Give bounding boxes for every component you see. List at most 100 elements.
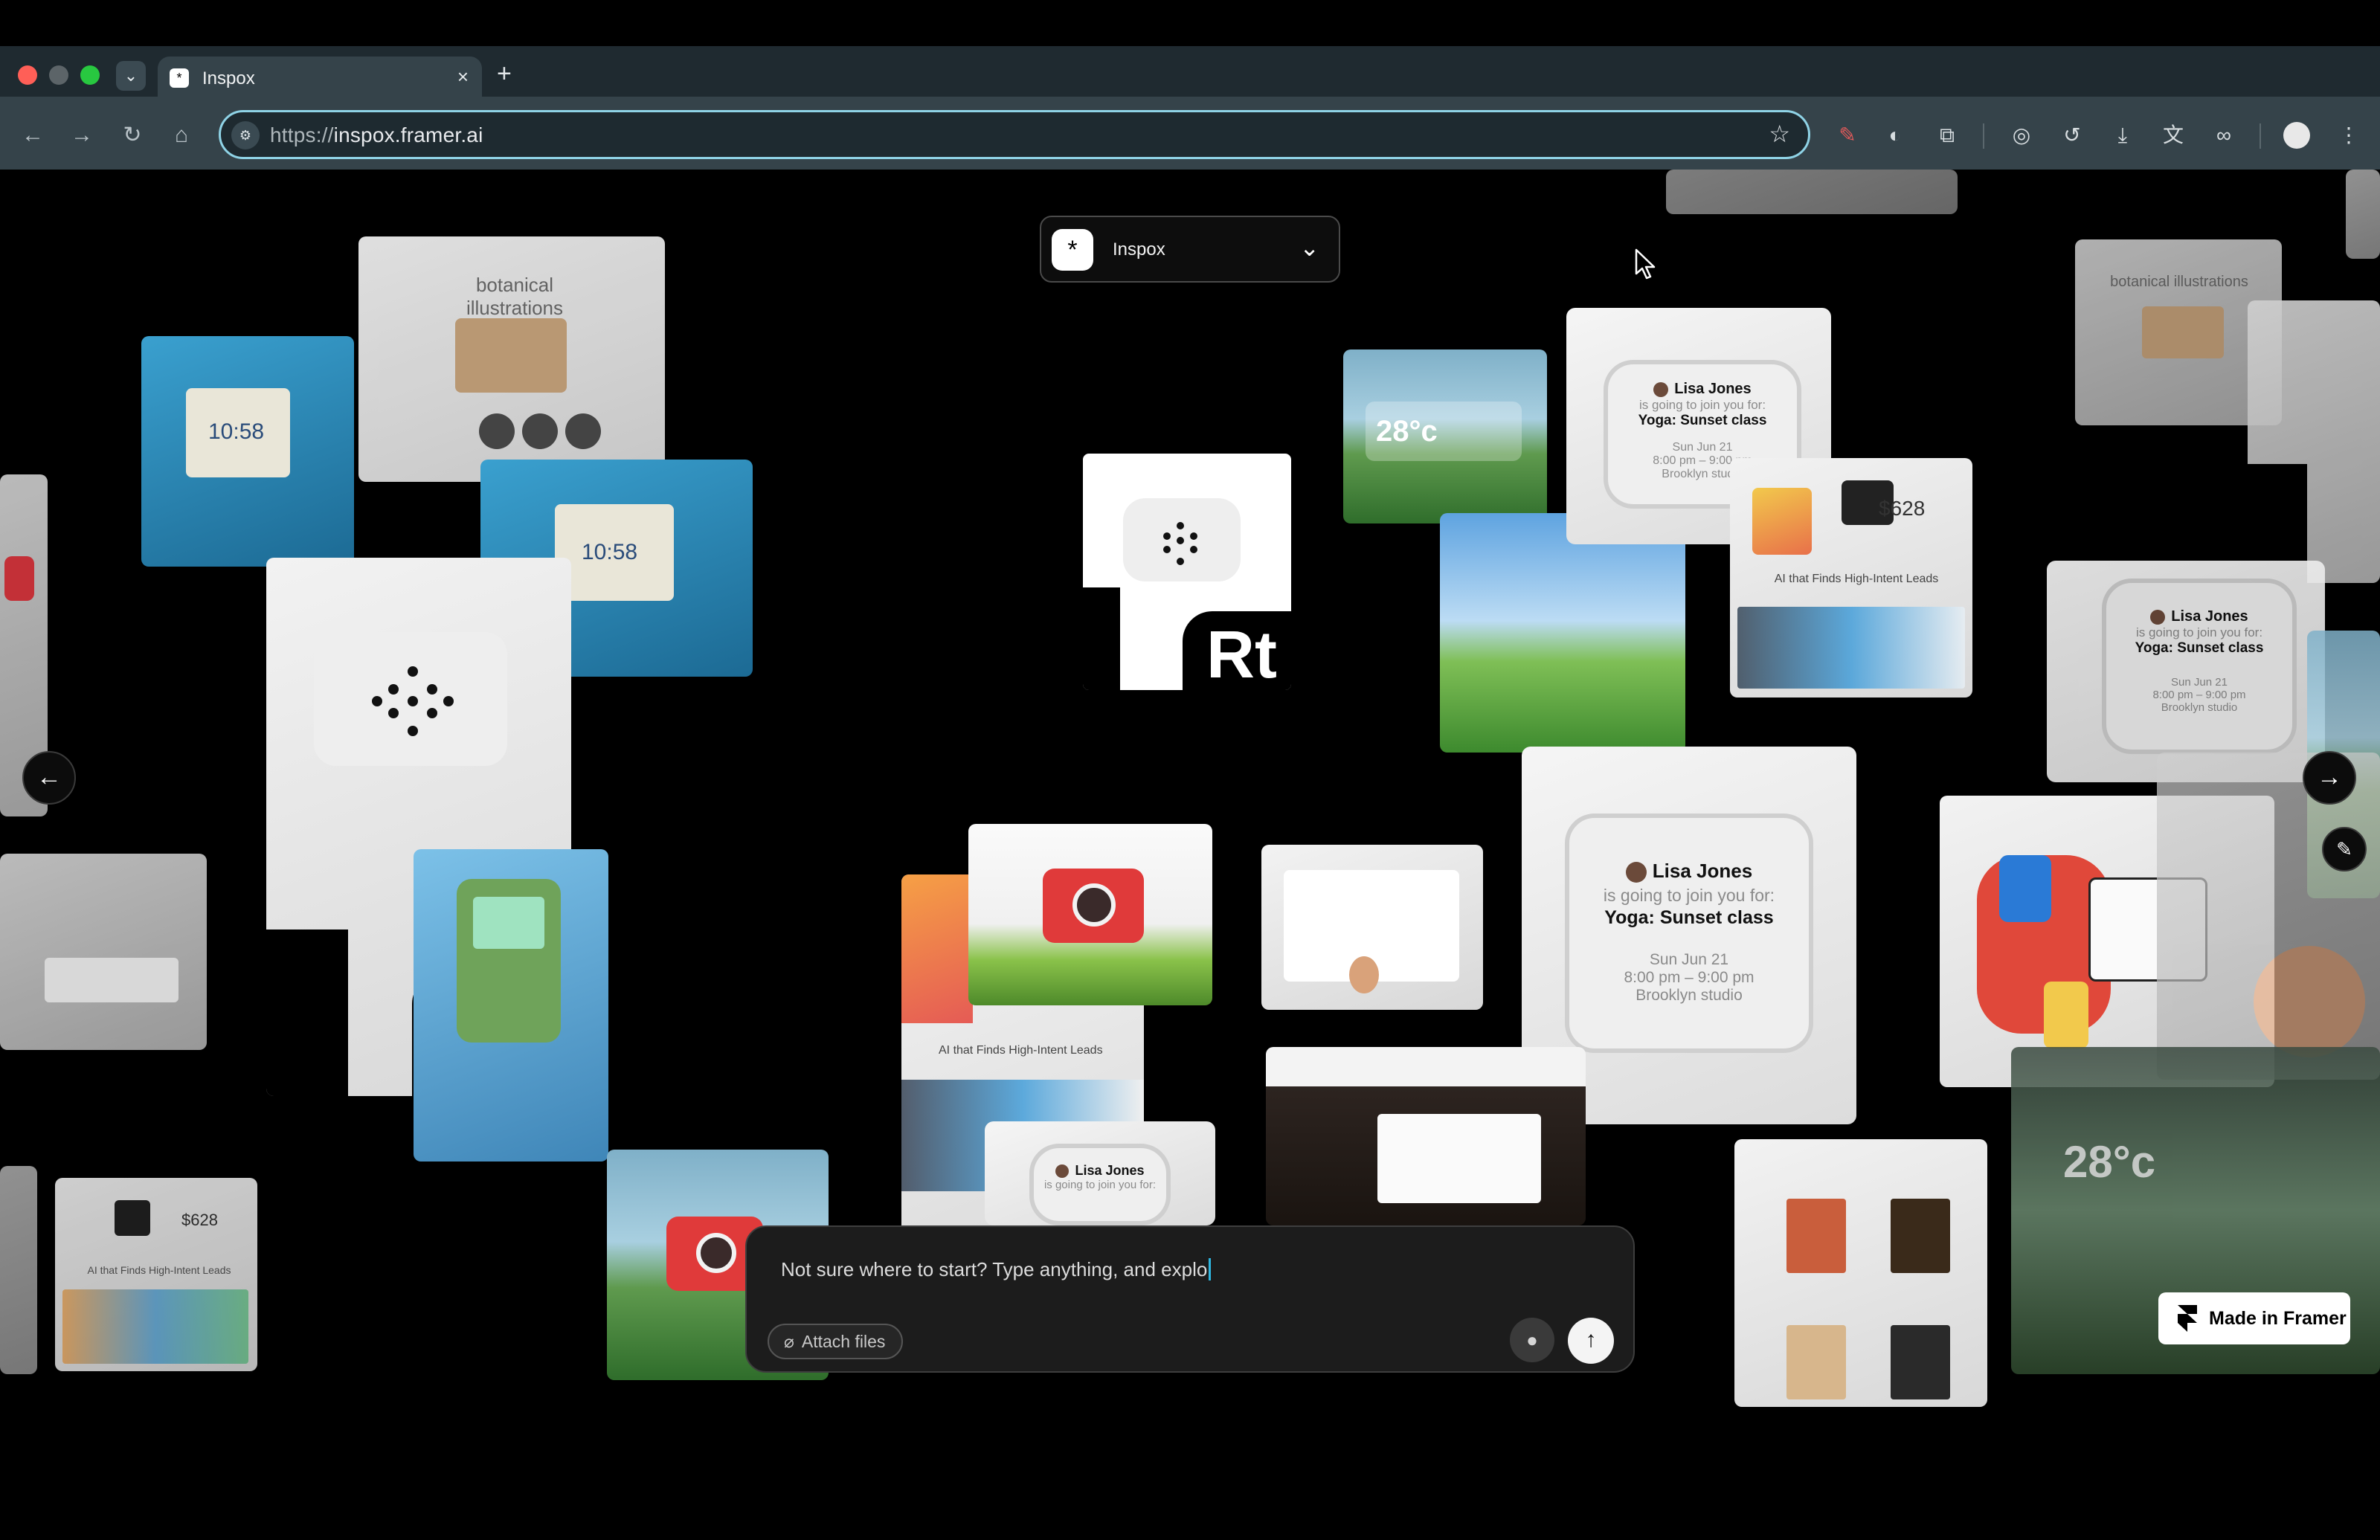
event-date: Sun Jun 21: [2171, 676, 2228, 689]
price-label: $628: [181, 1211, 218, 1229]
rt-wordmark: Rt: [1206, 618, 1277, 690]
event-invite-card[interactable]: Lisa Jones is going to join you for: Yog…: [2047, 561, 2325, 782]
framer-logo-icon: [2178, 1305, 2197, 1332]
gallery-card[interactable]: [0, 1166, 37, 1374]
camera-card[interactable]: [968, 824, 1212, 1005]
botanical-title: botanical illustrations: [466, 274, 564, 319]
botanical-card[interactable]: [2157, 753, 2380, 1080]
invite-subtitle: is going to join you for:: [1638, 398, 1766, 412]
gallery-card[interactable]: [1666, 170, 1958, 214]
prompt-composer[interactable]: Not sure where to start? Type anything, …: [745, 1225, 1635, 1373]
home-icon[interactable]: ⌂: [165, 119, 198, 152]
ai-leads-card[interactable]: $628 AI that Finds High-Intent Leads: [1730, 458, 1972, 697]
attach-files-label: Attach files: [801, 1332, 886, 1351]
zoom-window-button[interactable]: [80, 65, 100, 85]
inspox-logo-icon: *: [1052, 229, 1093, 271]
prev-arrow-button[interactable]: ←: [22, 751, 76, 805]
ai-leads-title: AI that Finds High-Intent Leads: [87, 1264, 231, 1276]
app-selector-label: Inspox: [1113, 239, 1165, 260]
invitee-name: Lisa Jones: [1075, 1163, 1145, 1178]
next-arrow-button[interactable]: →: [2303, 751, 2356, 805]
brand-logo-card[interactable]: [2248, 300, 2380, 583]
profile-avatar-icon[interactable]: [2282, 120, 2312, 150]
landscape-card[interactable]: [1440, 513, 1685, 753]
tab-inspox[interactable]: * Inspox ×: [158, 57, 482, 98]
clock-display: 10:58: [208, 419, 265, 444]
price-label: $628: [1879, 497, 1926, 520]
address-bar[interactable]: ⚙ https://inspox.framer.ai ☆: [219, 110, 1810, 159]
toolbar-separator: [2260, 123, 2261, 149]
link-icon[interactable]: ∞: [2209, 120, 2239, 150]
botanical-card[interactable]: botanical illustrations: [358, 236, 665, 482]
edit-pencil-icon[interactable]: ✎: [2322, 827, 2367, 872]
invite-subtitle: is going to join you for:: [1603, 886, 1775, 906]
class-name: Yoga: Sunset class: [1638, 413, 1767, 428]
class-name: Yoga: Sunset class: [2135, 640, 2264, 656]
invitee-name: Lisa Jones: [1674, 381, 1752, 397]
tab-strip: ⌄ * Inspox × +: [0, 46, 2380, 98]
event-date: Sun Jun 21: [1672, 441, 1733, 454]
retro-computer-card[interactable]: 10:58: [141, 336, 354, 567]
journal-app-card[interactable]: [1261, 845, 1483, 1010]
translate-icon[interactable]: 文: [2158, 120, 2188, 150]
prompt-input[interactable]: Not sure where to start? Type anything, …: [781, 1258, 1450, 1281]
forward-arrow-icon[interactable]: →: [65, 119, 98, 152]
event-time: 8:00 pm – 9:00 pm: [1624, 969, 1755, 987]
ai-leads-title: AI that Finds High-Intent Leads: [939, 1044, 1103, 1057]
tab-search-chevron-icon[interactable]: ⌄: [116, 61, 146, 91]
invitee-name: Lisa Jones: [1652, 860, 1753, 882]
mouse-pointer-icon: [1635, 248, 1656, 280]
event-time: 8:00 pm – 9:00 pm: [2152, 689, 2246, 701]
attach-files-button[interactable]: ⌀ Attach files: [768, 1324, 904, 1359]
url-text[interactable]: https://inspox.framer.ai: [270, 123, 483, 147]
back-arrow-icon[interactable]: ←: [16, 119, 49, 152]
temperature-value: 28°c: [1376, 415, 1438, 448]
event-place: Brooklyn studio: [2161, 701, 2238, 714]
microphone-icon[interactable]: ●: [1510, 1318, 1554, 1362]
download-icon[interactable]: ⤓: [2108, 120, 2138, 150]
invitee-name: Lisa Jones: [2171, 608, 2248, 625]
history-icon[interactable]: ↺: [2057, 120, 2087, 150]
made-in-framer-badge[interactable]: Made in Framer: [2158, 1292, 2350, 1344]
text-caret: [1209, 1258, 1212, 1280]
weather-card[interactable]: 28°c: [1343, 349, 1547, 523]
paperclip-icon: ⌀: [784, 1332, 794, 1351]
event-invite-card[interactable]: Lisa Jones is going to join you for:: [985, 1121, 1215, 1225]
gameboy-card[interactable]: [414, 849, 608, 1162]
close-window-button[interactable]: [18, 65, 37, 85]
course-site-card[interactable]: [1266, 1047, 1586, 1225]
movie-list-card[interactable]: [1734, 1139, 1987, 1407]
clock-display: 10:58: [582, 540, 638, 564]
send-arrow-button[interactable]: ↑: [1568, 1318, 1614, 1364]
botanical-title: botanical illustrations: [2110, 274, 2248, 290]
incognito-icon[interactable]: ◎: [2007, 120, 2036, 150]
temperature-value: 28°c: [2063, 1137, 2156, 1187]
page-canvas: 10:58 botanical illustrations 10:58 $628…: [0, 170, 2380, 1540]
app-selector-dropdown[interactable]: * Inspox ⌄: [1040, 216, 1340, 283]
browser-menu-icon[interactable]: ⋮: [2334, 120, 2364, 150]
ai-leads-card[interactable]: $628 AI that Finds High-Intent Leads: [55, 1178, 257, 1371]
tab-close-icon[interactable]: ×: [457, 65, 469, 88]
gallery-card[interactable]: [0, 854, 207, 1050]
site-settings-icon[interactable]: ⚙: [231, 121, 260, 149]
favicon-icon: *: [170, 68, 189, 88]
event-place: Brooklyn studio: [1636, 987, 1743, 1005]
brand-logo-card[interactable]: Rt: [1083, 454, 1291, 690]
extensions-puzzle-icon[interactable]: ⧉: [1932, 120, 1962, 150]
ai-leads-title: AI that Finds High-Intent Leads: [1774, 573, 1939, 585]
new-tab-button[interactable]: +: [497, 59, 512, 88]
tab-title: Inspox: [202, 68, 255, 88]
gallery-card[interactable]: [2346, 170, 2380, 259]
toolbar-separator: [1983, 123, 1984, 149]
reload-icon[interactable]: ↻: [116, 119, 149, 152]
extension-pin-icon[interactable]: ✎: [1833, 120, 1862, 150]
event-date: Sun Jun 21: [1649, 951, 1729, 969]
minimize-window-button[interactable]: [49, 65, 68, 85]
chevron-down-icon: ⌄: [1299, 234, 1319, 261]
invite-subtitle: is going to join you for:: [1043, 1179, 1157, 1191]
bookmark-star-icon[interactable]: ☆: [1769, 120, 1790, 148]
class-name: Yoga: Sunset class: [1604, 907, 1774, 929]
invite-subtitle: is going to join you for:: [2135, 625, 2263, 639]
extension-ghost-icon[interactable]: ◐: [1880, 120, 1910, 150]
made-in-framer-label: Made in Framer: [2209, 1308, 2347, 1329]
